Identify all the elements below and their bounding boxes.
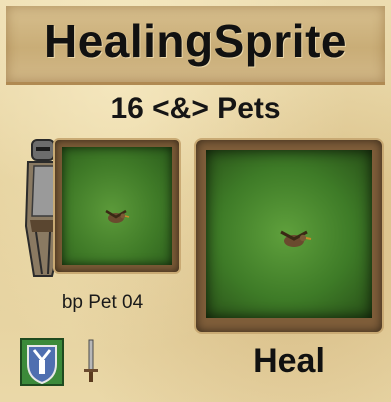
pet-name-label: bp Pet 04 <box>61 292 144 313</box>
bird-icon <box>105 209 130 223</box>
pet-preview-frame <box>55 140 179 272</box>
shield-icon <box>20 338 64 386</box>
unit-card: HealingSprite 16 <&> Pets bp Pet 04 Heal <box>0 0 391 402</box>
pets-count: 16 <&> Pets <box>110 92 281 125</box>
unit-title: HealingSprite <box>43 15 347 67</box>
unit-preview-map <box>206 150 372 318</box>
sword-icon <box>84 339 98 382</box>
pet-preview-map <box>62 147 172 265</box>
ability-name: Heal <box>253 342 325 380</box>
bird-icon <box>280 230 312 247</box>
unit-preview-frame <box>196 140 382 332</box>
